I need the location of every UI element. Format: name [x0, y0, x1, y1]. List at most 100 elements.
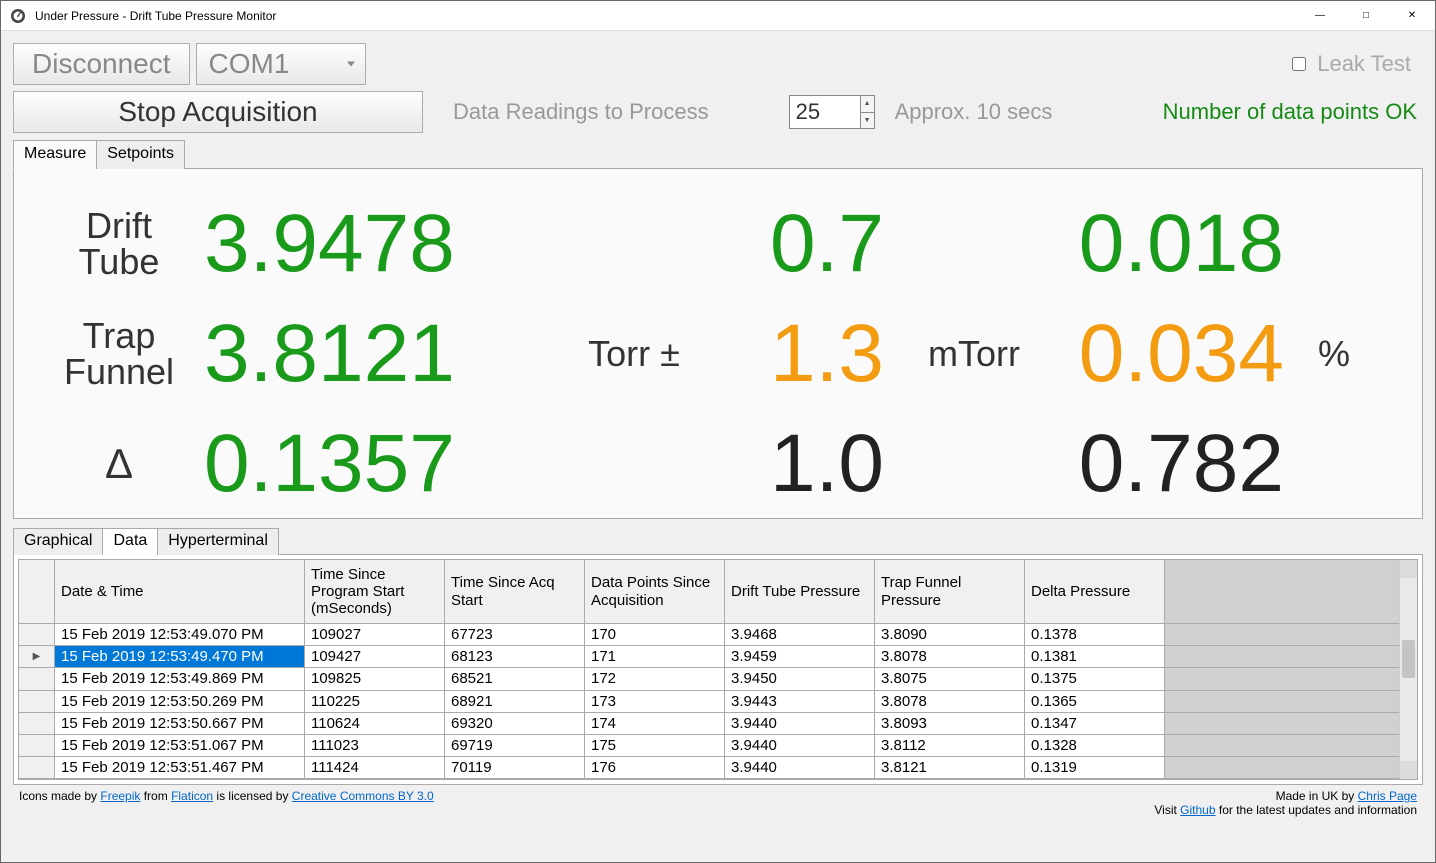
footer-left: Icons made by Freepik from Flaticon is l… [19, 789, 434, 803]
drift-tube-pm: 0.7 [704, 197, 904, 291]
grid-cell[interactable]: 172 [585, 668, 725, 690]
footer-line2: Visit Github for the latest updates and … [13, 803, 1423, 821]
grid-cell[interactable]: 15 Feb 2019 12:53:49.470 PM [55, 646, 305, 668]
grid-cell[interactable]: 3.9440 [725, 713, 875, 735]
grid-cell[interactable]: 0.1365 [1025, 691, 1165, 713]
grid-cell[interactable]: 15 Feb 2019 12:53:50.667 PM [55, 713, 305, 735]
grid-cell[interactable]: 111424 [305, 757, 445, 779]
grid-cell[interactable]: 3.9450 [725, 668, 875, 690]
tab-data[interactable]: Data [102, 528, 158, 555]
grid-cell[interactable]: 170 [585, 624, 725, 646]
grid-cell[interactable]: 3.9443 [725, 691, 875, 713]
col-data-points[interactable]: Data Points Since Acquisition [585, 560, 725, 624]
torr-pm-label: Torr ± [564, 333, 704, 375]
grid-cell[interactable]: 3.8121 [875, 757, 1025, 779]
grid-cell[interactable]: 0.1381 [1025, 646, 1165, 668]
trap-funnel-torr: 3.8121 [204, 307, 564, 401]
leak-test-label: Leak Test [1317, 51, 1411, 77]
grid-scrollbar[interactable] [1399, 560, 1417, 779]
grid-cell[interactable]: 68921 [445, 691, 585, 713]
grid-cell[interactable]: 67723 [445, 624, 585, 646]
row-header[interactable]: ▶ [19, 646, 55, 668]
grid-cell[interactable]: 68521 [445, 668, 585, 690]
grid-cell[interactable]: 68123 [445, 646, 585, 668]
spinner-down-icon[interactable]: ▼ [860, 113, 874, 129]
grid-cell[interactable]: 171 [585, 646, 725, 668]
grid-cell[interactable]: 109027 [305, 624, 445, 646]
grid-filler [1165, 560, 1417, 624]
grid-cell[interactable]: 176 [585, 757, 725, 779]
mtorr-label: mTorr [904, 333, 1044, 375]
grid-cell[interactable]: 3.9459 [725, 646, 875, 668]
stop-acquisition-button[interactable]: Stop Acquisition [13, 91, 423, 133]
grid-cell[interactable]: 0.1378 [1025, 624, 1165, 646]
spinner-up-icon[interactable]: ▲ [860, 96, 874, 113]
app-icon [9, 7, 27, 25]
col-acq-start[interactable]: Time Since Acq Start [445, 560, 585, 624]
grid-cell[interactable]: 3.8078 [875, 691, 1025, 713]
maximize-button[interactable]: □ [1343, 1, 1389, 31]
grid-cell[interactable]: 15 Feb 2019 12:53:51.067 PM [55, 735, 305, 757]
grid-cell[interactable]: 3.9468 [725, 624, 875, 646]
row-header[interactable] [19, 668, 55, 690]
disconnect-button[interactable]: Disconnect [13, 43, 190, 85]
readings-value-input[interactable] [790, 96, 860, 128]
grid-cell[interactable]: 15 Feb 2019 12:53:51.467 PM [55, 757, 305, 779]
grid-cell[interactable]: 0.1319 [1025, 757, 1165, 779]
tab-hyperterminal[interactable]: Hyperterminal [157, 528, 279, 555]
grid-cell[interactable]: 0.1375 [1025, 668, 1165, 690]
close-button[interactable]: ✕ [1389, 1, 1435, 31]
drift-tube-label: DriftTube [34, 208, 204, 280]
leak-test-checkbox[interactable] [1292, 57, 1306, 71]
row-header[interactable] [19, 713, 55, 735]
link-github[interactable]: Github [1180, 803, 1215, 817]
grid-cell[interactable]: 15 Feb 2019 12:53:49.869 PM [55, 668, 305, 690]
link-freepik[interactable]: Freepik [100, 789, 140, 803]
grid-cell[interactable]: 15 Feb 2019 12:53:50.269 PM [55, 691, 305, 713]
grid-cell[interactable]: 15 Feb 2019 12:53:49.070 PM [55, 624, 305, 646]
grid-cell[interactable]: 3.9440 [725, 757, 875, 779]
row-header[interactable] [19, 735, 55, 757]
grid-cell[interactable]: 0.1347 [1025, 713, 1165, 735]
grid-corner [19, 560, 55, 624]
link-flaticon[interactable]: Flaticon [171, 789, 213, 803]
tab-setpoints[interactable]: Setpoints [96, 140, 185, 169]
link-author[interactable]: Chris Page [1358, 789, 1417, 803]
grid-cell[interactable]: 110225 [305, 691, 445, 713]
grid-cell[interactable]: 111023 [305, 735, 445, 757]
col-delta[interactable]: Delta Pressure [1025, 560, 1165, 624]
grid-cell[interactable]: 3.8090 [875, 624, 1025, 646]
tab-measure[interactable]: Measure [13, 140, 97, 169]
grid-cell[interactable]: 109825 [305, 668, 445, 690]
link-cc[interactable]: Creative Commons BY 3.0 [292, 789, 434, 803]
tab-graphical[interactable]: Graphical [13, 528, 103, 555]
grid-cell[interactable]: 175 [585, 735, 725, 757]
grid-cell[interactable]: 174 [585, 713, 725, 735]
col-datetime[interactable]: Date & Time [55, 560, 305, 624]
grid-cell[interactable]: 109427 [305, 646, 445, 668]
minimize-button[interactable]: — [1297, 1, 1343, 31]
readings-spinner[interactable]: ▲ ▼ [789, 95, 875, 129]
row-header[interactable] [19, 691, 55, 713]
grid-cell[interactable]: 3.8093 [875, 713, 1025, 735]
grid-cell[interactable]: 69320 [445, 713, 585, 735]
row-header[interactable] [19, 624, 55, 646]
trap-funnel-label: TrapFunnel [34, 318, 204, 390]
grid-cell[interactable]: 3.8075 [875, 668, 1025, 690]
footer-right: Made in UK by Chris Page [1276, 789, 1417, 803]
com-port-select[interactable]: COM1 [196, 43, 366, 85]
grid-cell[interactable]: 0.1328 [1025, 735, 1165, 757]
grid-cell[interactable]: 70119 [445, 757, 585, 779]
grid-cell[interactable]: 173 [585, 691, 725, 713]
col-drift-tube[interactable]: Drift Tube Pressure [725, 560, 875, 624]
col-program-start[interactable]: Time Since Program Start (mSeconds) [305, 560, 445, 624]
grid-cell[interactable]: 69719 [445, 735, 585, 757]
grid-cell[interactable]: 3.9440 [725, 735, 875, 757]
grid-cell[interactable]: 110624 [305, 713, 445, 735]
grid-cell[interactable]: 3.8112 [875, 735, 1025, 757]
data-grid-panel: Date & Time Time Since Program Start (mS… [13, 555, 1423, 785]
col-trap-funnel[interactable]: Trap Funnel Pressure [875, 560, 1025, 624]
row-header[interactable] [19, 757, 55, 779]
grid-cell[interactable]: 3.8078 [875, 646, 1025, 668]
data-grid[interactable]: Date & Time Time Since Program Start (mS… [18, 559, 1418, 780]
